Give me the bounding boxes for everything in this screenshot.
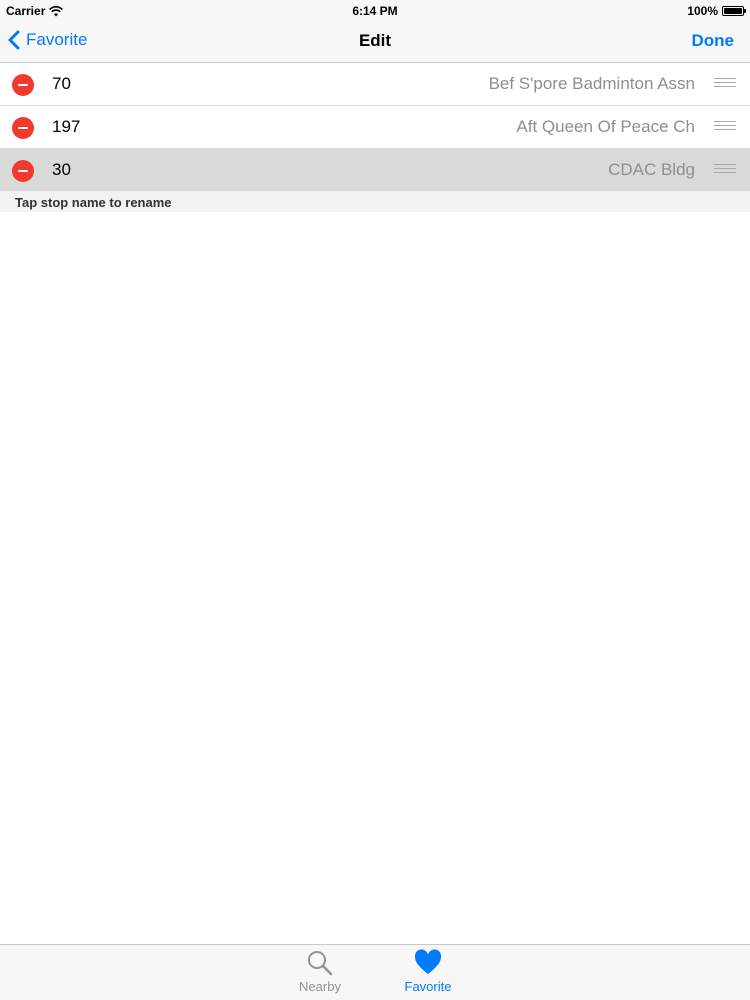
tab-nearby[interactable]: Nearby — [280, 949, 360, 994]
delete-icon[interactable] — [12, 160, 34, 182]
tab-favorite-label: Favorite — [404, 979, 452, 994]
page-title: Edit — [358, 31, 392, 50]
stop-name[interactable]: CDAC Bldg — [608, 160, 695, 180]
stop-name[interactable]: Bef S'pore Badminton Assn — [489, 74, 695, 94]
done-button[interactable]: Done — [692, 31, 735, 51]
tab-bar: Nearby Favorite — [0, 944, 750, 1000]
battery-percentage: 100% — [687, 4, 718, 18]
battery-fill — [724, 8, 742, 14]
search-icon — [306, 949, 334, 977]
reorder-handle-icon[interactable] — [714, 164, 736, 174]
list-item[interactable]: 70 Bef S'pore Badminton Assn — [0, 63, 750, 106]
battery-icon — [722, 6, 746, 16]
favorite-stops-list: 70 Bef S'pore Badminton Assn 197 Aft Que… — [0, 63, 750, 192]
bus-number: 30 — [52, 160, 71, 179]
list-item[interactable]: 197 Aft Queen Of Peace Ch — [0, 106, 750, 149]
rename-hint: Tap stop name to rename — [15, 195, 172, 210]
stop-name[interactable]: Aft Queen Of Peace Ch — [516, 117, 695, 137]
tab-favorite[interactable]: Favorite — [388, 949, 468, 994]
status-time: 6:14 PM — [352, 4, 398, 18]
reorder-handle-icon[interactable] — [714, 78, 736, 88]
heart-icon — [414, 949, 442, 977]
status-battery: 100% — [687, 4, 746, 18]
top-bar: Carrier 6:14 PM 100% Favorite Edit Done — [0, 0, 750, 63]
screen: Carrier 6:14 PM 100% Favorite Edit Done … — [0, 0, 750, 1000]
navigation-bar: Favorite Edit Done — [0, 20, 750, 63]
status-bar: Carrier 6:14 PM 100% — [0, 0, 750, 20]
bus-number: 70 — [52, 74, 71, 93]
reorder-handle-icon[interactable] — [714, 121, 736, 131]
delete-icon[interactable] — [12, 74, 34, 96]
delete-icon[interactable] — [12, 117, 34, 139]
table-footer: Tap stop name to rename — [0, 191, 750, 212]
list-item[interactable]: 30 CDAC Bldg — [0, 149, 750, 192]
tab-nearby-label: Nearby — [299, 979, 341, 994]
bus-number: 197 — [52, 117, 81, 136]
